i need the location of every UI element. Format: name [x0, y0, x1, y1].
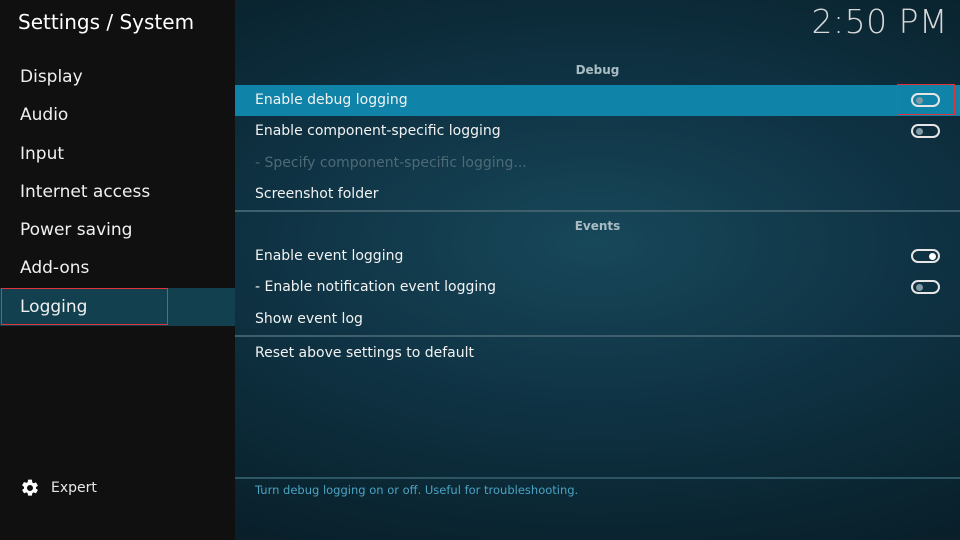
setting-screenshot-folder[interactable]: Screenshot folder [235, 179, 960, 210]
toggle-knob [916, 97, 923, 104]
sidebar-item-audio[interactable]: Audio [0, 96, 235, 134]
toggle-knob [916, 284, 923, 292]
kodi-settings-screen: Settings / System Display Audio Input In… [0, 0, 960, 540]
footer-divider [235, 477, 960, 479]
sidebar-item-add-ons[interactable]: Add-ons [0, 249, 235, 287]
sidebar: Settings / System Display Audio Input In… [0, 0, 235, 540]
setting-specify-component-logging: - Specify component-specific logging... [235, 148, 960, 179]
setting-enable-debug-logging[interactable]: Enable debug logging [235, 84, 960, 117]
toggle-event-logging[interactable] [911, 249, 940, 264]
expert-label: Expert [51, 480, 97, 496]
setting-label: Enable debug logging [255, 92, 408, 108]
setting-enable-component-logging[interactable]: Enable component-specific logging [235, 116, 960, 147]
toggle-knob [916, 128, 923, 136]
setting-enable-event-logging[interactable]: Enable event logging [235, 241, 960, 272]
gear-icon [22, 479, 38, 496]
setting-enable-notification-logging[interactable]: - Enable notification event logging [235, 272, 960, 303]
setting-reset-defaults[interactable]: Reset above settings to default [235, 338, 960, 369]
section-header-events: Events [574, 219, 621, 234]
section-divider [235, 335, 960, 338]
help-text: Turn debug logging on or off. Useful for… [255, 483, 579, 497]
sidebar-menu: Display Audio Input Internet access Powe… [0, 58, 235, 327]
sidebar-item-input[interactable]: Input [0, 135, 235, 173]
sidebar-item-power-saving[interactable]: Power saving [0, 211, 235, 249]
section-header-debug: Debug [575, 63, 620, 77]
toggle-debug-logging[interactable] [911, 93, 940, 107]
setting-label: Screenshot folder [255, 185, 379, 202]
sidebar-item-logging[interactable]: Logging [0, 287, 235, 327]
toggle-component-logging[interactable] [911, 124, 940, 139]
page-title: Settings / System [18, 10, 195, 34]
sidebar-item-internet-access[interactable]: Internet access [0, 173, 235, 211]
setting-label: Enable event logging [255, 248, 404, 265]
sidebar-item-display[interactable]: Display [0, 58, 235, 96]
expert-level-button[interactable]: Expert [20, 477, 97, 499]
setting-label: - Specify component-specific logging... [255, 154, 527, 171]
toggle-knob [929, 253, 936, 261]
clock: 2:50 PM [811, 2, 948, 41]
settings-panel: Debug Enable debug logging Enable compon… [235, 56, 960, 369]
setting-label: Reset above settings to default [255, 345, 474, 362]
toggle-notification-logging[interactable] [911, 280, 940, 295]
setting-label: - Enable notification event logging [255, 279, 497, 296]
setting-label: Show event log [255, 310, 363, 327]
setting-show-event-log[interactable]: Show event log [235, 304, 960, 335]
setting-label: Enable component-specific logging [255, 123, 501, 140]
